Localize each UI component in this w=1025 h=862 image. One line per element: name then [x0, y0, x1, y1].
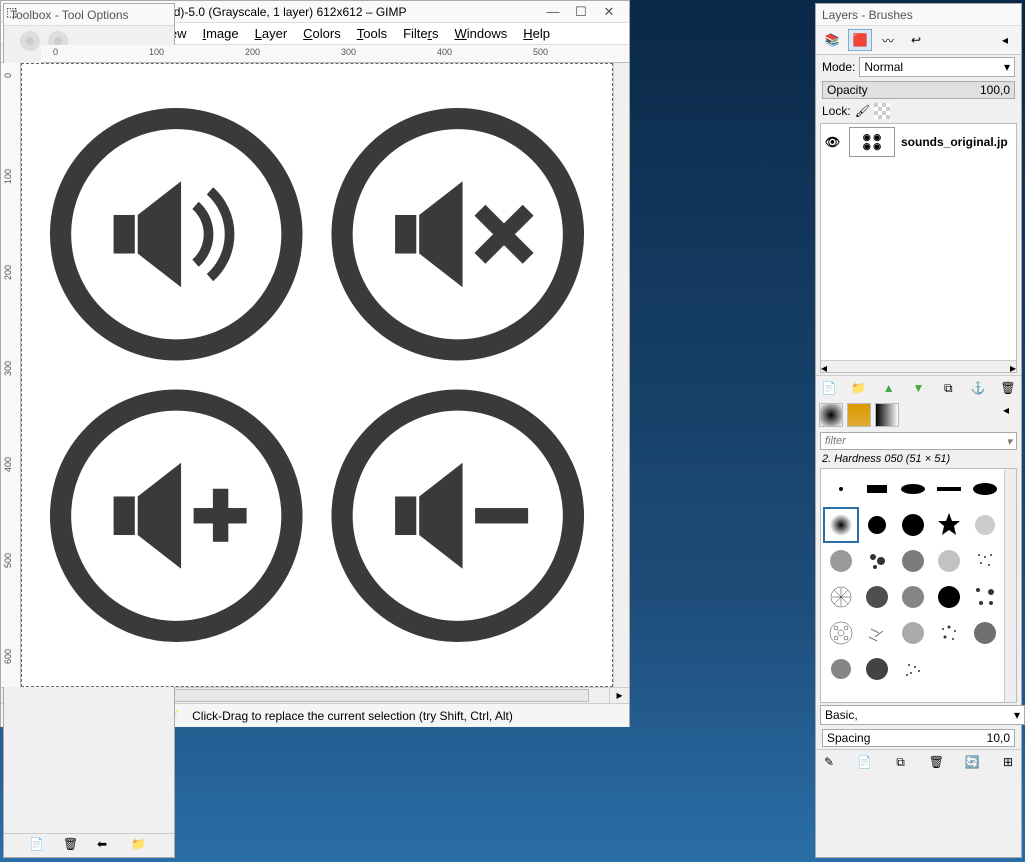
brush-item[interactable]: [859, 615, 895, 651]
visibility-icon[interactable]: 👁: [825, 135, 843, 149]
layer-anchor-icon[interactable]: ⚓: [969, 379, 987, 397]
brush-item[interactable]: [859, 471, 895, 507]
menu-colors[interactable]: Colors: [295, 24, 349, 43]
brush-delete-icon[interactable]: 🗑: [927, 753, 945, 771]
status-hint: Click-Drag to replace the current select…: [186, 709, 623, 723]
brush-item[interactable]: [931, 471, 967, 507]
tab-channels-icon[interactable]: 🟥: [848, 29, 872, 51]
close-button[interactable]: ✕: [595, 4, 623, 20]
spacing-slider[interactable]: Spacing10,0: [822, 729, 1015, 747]
layer-down-icon[interactable]: ▼: [909, 379, 927, 397]
brush-item[interactable]: [967, 543, 1003, 579]
brush-item[interactable]: [895, 543, 931, 579]
restore-options-icon[interactable]: 🗑: [63, 837, 81, 855]
right-dock: Layers - Brushes 📚 🟥 〰 ↩ ◂ Mode: Normal▾…: [815, 3, 1022, 858]
canvas[interactable]: [21, 63, 613, 687]
brush-grid: [820, 468, 1017, 703]
tab-menu-icon[interactable]: ◂: [993, 29, 1017, 51]
layers-list: 👁 ◉ ◉◉ ◉ sounds_original.jp ◂▸: [820, 123, 1017, 373]
canvas-area: 0 100 200 300 400 500 600: [1, 63, 629, 687]
brush-button-bar: ✎ 📄 ⧉ 🗑 🔄 ⊞: [816, 749, 1021, 774]
menu-image[interactable]: Image: [194, 24, 246, 43]
tab-paths-icon[interactable]: 〰: [876, 29, 900, 51]
brush-grid-scroll[interactable]: [1004, 469, 1016, 702]
brush-set-select[interactable]: Basic,▾: [820, 705, 1025, 725]
brush-open-icon[interactable]: ⊞: [999, 753, 1017, 771]
brush-item[interactable]: [931, 543, 967, 579]
menu-layer[interactable]: Layer: [247, 24, 296, 43]
layers-h-scroll[interactable]: ◂▸: [821, 360, 1016, 372]
layer-group-icon[interactable]: 📁: [850, 379, 868, 397]
layer-new-icon[interactable]: 📄: [820, 379, 838, 397]
menu-tools[interactable]: Tools: [349, 24, 395, 43]
brush-title: 2. Hardness 050 (51 × 51): [816, 452, 1021, 466]
brush-item[interactable]: [931, 615, 967, 651]
layer-up-icon[interactable]: ▲: [880, 379, 898, 397]
brush-item[interactable]: [931, 507, 967, 543]
brush-item[interactable]: [823, 471, 859, 507]
brush-item[interactable]: [967, 579, 1003, 615]
brush-tabs: ◂: [816, 400, 1021, 430]
menu-windows[interactable]: Windows: [447, 24, 516, 43]
layers-button-bar: 📄 📁 ▲ ▼ ⧉ ⚓ 🗑: [816, 375, 1021, 400]
tab-brushes-icon[interactable]: [819, 403, 843, 427]
brush-duplicate-icon[interactable]: ⧉: [892, 753, 910, 771]
brush-item[interactable]: [859, 543, 895, 579]
toolbox-title: Toolbox - Tool Options: [4, 4, 174, 26]
lock-pixels-icon[interactable]: 🖌: [855, 104, 870, 118]
brush-item[interactable]: [895, 471, 931, 507]
save-options-icon[interactable]: 📄: [29, 837, 47, 855]
brush-item-selected[interactable]: [823, 507, 859, 543]
brush-item[interactable]: [823, 651, 859, 687]
toolbox-bottom-bar: 📄 🗑 ⬅ 📁: [4, 833, 174, 857]
v-ruler: 0 100 200 300 400 500 600: [1, 63, 21, 687]
brush-item[interactable]: [823, 543, 859, 579]
brush-item[interactable]: [823, 579, 859, 615]
lock-alpha-icon[interactable]: [874, 103, 890, 119]
layer-item[interactable]: 👁 ◉ ◉◉ ◉ sounds_original.jp: [821, 124, 1016, 160]
brush-edit-icon[interactable]: ✎: [820, 753, 838, 771]
brush-new-icon[interactable]: 📄: [856, 753, 874, 771]
tab-patterns-icon[interactable]: [847, 403, 871, 427]
brush-tab-menu[interactable]: ◂: [994, 403, 1018, 427]
tab-layers-icon[interactable]: 📚: [820, 29, 844, 51]
opacity-slider[interactable]: Opacity100,0: [822, 81, 1015, 99]
tab-gradients-icon[interactable]: [875, 403, 899, 427]
brush-filter-input[interactable]: filter▾: [820, 432, 1017, 450]
blend-mode-select[interactable]: Normal▾: [859, 57, 1015, 77]
reset-options-icon[interactable]: 📁: [131, 837, 149, 855]
brush-item[interactable]: [967, 471, 1003, 507]
menu-help[interactable]: Help: [515, 24, 558, 43]
delete-options-icon[interactable]: ⬅: [97, 837, 115, 855]
image-window: ⬚ *[sounds_original] (imported)-5.0 (Gra…: [0, 0, 630, 727]
tab-undo-icon[interactable]: ↩: [904, 29, 928, 51]
menu-filters[interactable]: Filters: [395, 24, 446, 43]
brush-item[interactable]: [967, 615, 1003, 651]
layer-delete-icon[interactable]: 🗑: [999, 379, 1017, 397]
brush-item[interactable]: [859, 507, 895, 543]
brush-item[interactable]: [895, 615, 931, 651]
maximize-button[interactable]: ☐: [567, 4, 595, 20]
brush-item[interactable]: [967, 507, 1003, 543]
layer-name[interactable]: sounds_original.jp: [901, 135, 1008, 149]
layers-tabs: 📚 🟥 〰 ↩ ◂: [816, 26, 1021, 55]
brush-item[interactable]: [895, 579, 931, 615]
brush-item[interactable]: [895, 651, 931, 687]
v-scrollbar[interactable]: [613, 63, 629, 687]
brush-item[interactable]: [859, 651, 895, 687]
h-ruler: 0 100 200 300 400 500 600: [41, 45, 629, 63]
brush-item[interactable]: [823, 615, 859, 651]
minimize-button[interactable]: —: [539, 4, 567, 19]
brush-item[interactable]: [895, 507, 931, 543]
brush-refresh-icon[interactable]: 🔄: [963, 753, 981, 771]
layer-duplicate-icon[interactable]: ⧉: [939, 379, 957, 397]
brush-item[interactable]: [859, 579, 895, 615]
right-dock-title: Layers - Brushes: [816, 4, 1021, 26]
brush-item[interactable]: [931, 579, 967, 615]
